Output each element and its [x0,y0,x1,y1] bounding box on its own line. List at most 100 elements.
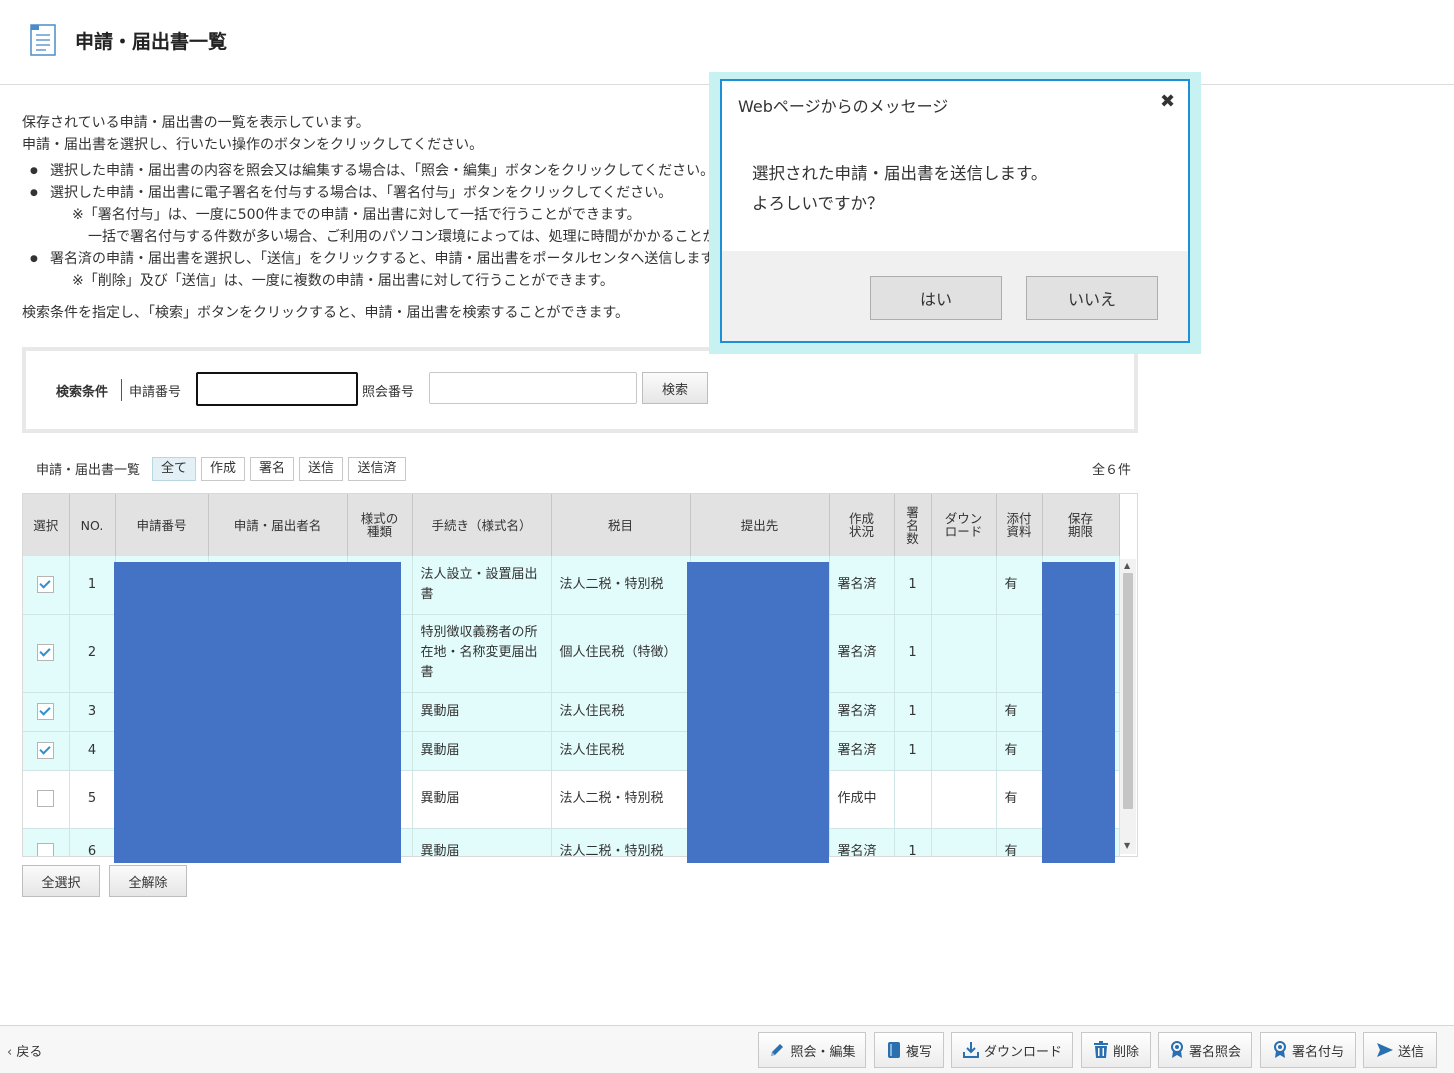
copy-label: 複写 [905,1044,932,1060]
add-signature-button[interactable]: 署名付与 [1260,1032,1356,1068]
row-select-cell[interactable] [23,692,70,732]
view-edit-label: 照会・編集 [790,1044,856,1060]
scrollbar-thumb[interactable] [1123,573,1133,809]
column-header-no: NO. [69,494,116,556]
column-header-signature-count: 署 名 数 [894,494,932,556]
column-header-download: ダウン ロード [931,494,997,556]
filter-tab-sent[interactable]: 送信済 [348,457,406,481]
tax-cell: 法人二税・特別税 [551,828,691,856]
row-checkbox[interactable] [37,741,55,759]
row-select-cell[interactable] [23,770,70,829]
tax-cell: 個人住民税（特徴） [551,614,691,693]
dialog-message-line: よろしいですか？ [752,194,884,213]
divider [121,379,122,401]
tax-cell: 法人住民税 [551,692,691,732]
row-checkbox[interactable] [37,702,55,720]
back-label: 戻る [16,1045,43,1060]
download-cell [931,828,997,856]
signature-view-button[interactable]: 署名照会 [1158,1032,1252,1068]
reference-number-input[interactable] [429,372,637,404]
no-button[interactable]: いいえ [1026,276,1158,320]
tax-cell: 法人二税・特別税 [551,556,691,615]
instruction-note: ※「署名付与」は、一度に500件までの申請・届出書に対して一括で行うことができま… [72,207,641,223]
send-arrow-icon [1376,1043,1393,1057]
row-number: 6 [69,828,116,856]
redacted-area [114,562,401,863]
signature-count-cell: 1 [894,556,932,615]
add-signature-label: 署名付与 [1291,1044,1344,1060]
procedure-cell: 異動届 [412,828,552,856]
download-icon [962,1042,979,1058]
select-all-button[interactable]: 全選択 [22,865,100,897]
confirm-dialog: Webページからのメッセージ ✖ 選択された申請・届出書を送信します。 よろしい… [720,79,1190,343]
delete-button[interactable]: 削除 [1081,1032,1151,1068]
filter-tab-send[interactable]: 送信 [299,457,343,481]
ribbon-badge-icon [1170,1041,1183,1058]
yes-button[interactable]: はい [870,276,1002,320]
row-select-cell[interactable] [23,556,70,615]
description-line: 保存されている申請・届出書の一覧を表示しています。 [22,115,370,131]
signature-count-cell: 1 [894,692,932,732]
clear-all-button[interactable]: 全解除 [109,865,187,897]
procedure-cell: 法人設立・設置届出書 [412,556,552,615]
status-cell: 署名済 [829,731,895,771]
copy-button[interactable]: 複写 [874,1032,944,1068]
document-icon [30,24,56,60]
row-checkbox[interactable] [37,843,55,856]
search-condition-label: 検索条件 [56,385,109,400]
download-cell [931,731,997,771]
back-link[interactable]: ‹ 戻る [7,1041,42,1060]
scroll-up-arrow-icon[interactable]: ▲ [1124,561,1130,570]
dialog-message: 選択された申請・届出書を送信します。 よろしいですか？ [752,159,1047,219]
row-checkbox[interactable] [37,644,55,661]
pencil-icon [771,1044,784,1056]
application-number-input[interactable] [196,372,358,406]
download-cell [931,692,997,732]
row-select-cell[interactable] [23,828,70,856]
row-select-cell[interactable] [23,731,70,771]
trash-icon [1093,1041,1108,1058]
attachment-cell: 有 [996,770,1043,829]
download-button[interactable]: ダウンロード [951,1032,1073,1068]
instruction-item: 選択した申請・届出書に電子署名を付与する場合は、「署名付与」ボタンをクリックして… [22,182,712,204]
procedure-cell: 特別徴収義務者の所在地・名称変更届出書 [412,614,552,693]
filter-tab-all[interactable]: 全て [152,457,196,481]
search-panel: 検索条件 申請番号 照会番号 検索 [22,347,1138,433]
signature-count-cell [894,770,932,829]
signature-count-cell: 1 [894,828,932,856]
column-header-applicant-name: 申請・届出者名 [208,494,348,556]
dialog-button-bar: はい いいえ [722,251,1188,341]
tax-cell: 法人二税・特別税 [551,770,691,829]
row-number: 5 [69,770,116,829]
column-header-attachment: 添付 資料 [996,494,1043,556]
filter-tab-created[interactable]: 作成 [201,457,245,481]
column-header-retention: 保存 期限 [1042,494,1120,556]
row-checkbox[interactable] [37,790,55,807]
view-edit-button[interactable]: 照会・編集 [758,1032,866,1068]
filter-tab-signed[interactable]: 署名 [250,457,294,481]
status-cell: 署名済 [829,828,895,856]
table-scrollbar[interactable]: ▲ ▼ [1119,559,1136,854]
status-cell: 署名済 [829,556,895,615]
column-header-form-type: 様式の 種類 [347,494,413,556]
close-icon[interactable]: ✖ [1160,92,1175,112]
copy-icon [887,1042,900,1058]
search-button[interactable]: 検索 [642,372,708,404]
list-caption: 申請・届出書一覧 [36,463,141,478]
procedure-cell: 異動届 [412,770,552,829]
send-label: 送信 [1397,1044,1424,1060]
page-description: 保存されている申請・届出書の一覧を表示しています。 申請・届出書を選択し、行いた… [22,112,712,324]
attachment-cell: 有 [996,692,1043,732]
scroll-down-arrow-icon[interactable]: ▼ [1124,841,1130,850]
row-select-cell[interactable] [23,614,70,693]
row-checkbox[interactable] [37,575,55,593]
redacted-area [687,562,829,863]
status-cell: 署名済 [829,692,895,732]
search-hint: 検索条件を指定し、「検索」ボタンをクリックすると、申請・届出書を検索することがで… [22,305,630,321]
column-header-status: 作成 状況 [829,494,895,556]
send-button[interactable]: 送信 [1363,1032,1437,1068]
download-cell [931,556,997,615]
application-number-label: 申請番号 [129,385,182,400]
procedure-cell: 異動届 [412,731,552,771]
instruction-note: ※「削除」及び「送信」は、一度に複数の申請・届出書に対して行うことができます。 [72,273,614,289]
